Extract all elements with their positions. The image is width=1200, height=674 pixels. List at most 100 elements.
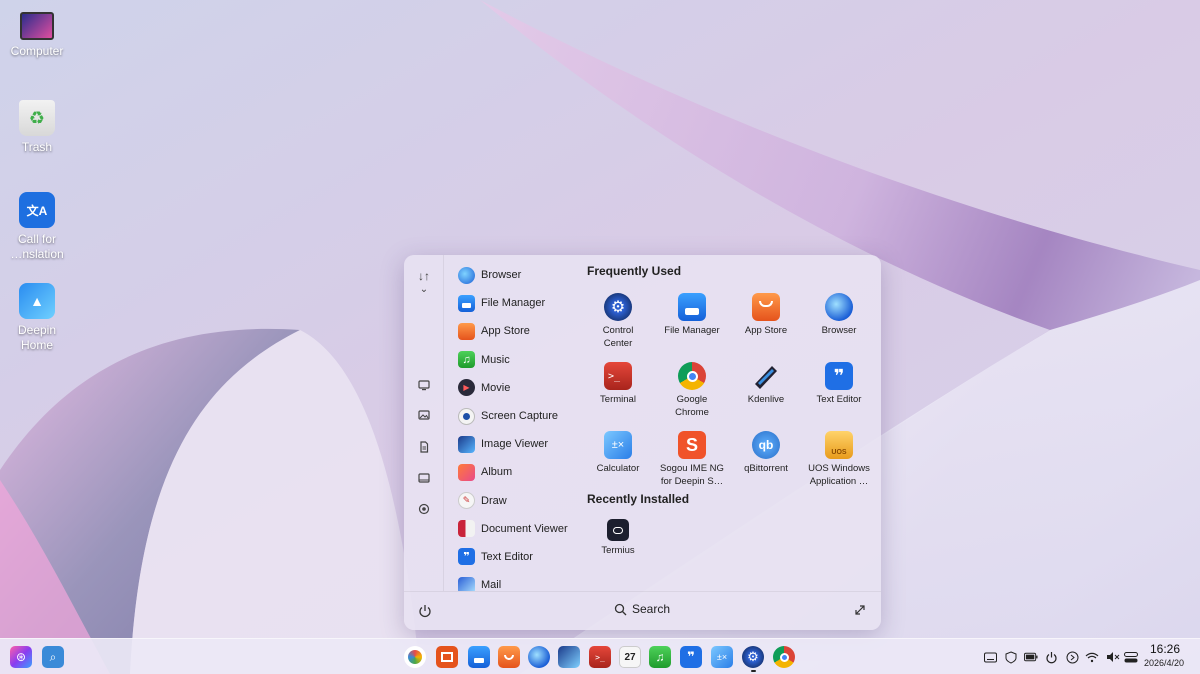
- list-item-label: Screen Capture: [481, 410, 559, 423]
- grid-item-label: UOS Windows Application …: [808, 463, 870, 487]
- taskbar-terminal[interactable]: >_: [589, 646, 611, 668]
- list-item[interactable]: ✎ Draw: [448, 487, 568, 515]
- all-apps-list[interactable]: Browser File Manager App Store ♫ Music ▶…: [448, 261, 568, 591]
- grid-item-label: Kdenlive: [747, 394, 785, 405]
- list-item[interactable]: ♫ Music: [448, 346, 568, 374]
- recently-installed-title: Recently Installed: [587, 492, 690, 506]
- sogou-icon: S: [678, 431, 706, 459]
- taskbar-text-editor[interactable]: ❞: [680, 646, 702, 668]
- frequent-app-file-manager[interactable]: File Manager: [655, 293, 729, 338]
- grid-item-label: Termius: [601, 545, 635, 556]
- multitask-icon: [408, 650, 422, 664]
- search-button[interactable]: Search: [614, 602, 670, 616]
- taskbar-browser[interactable]: [528, 646, 550, 668]
- list-item-label: Movie: [481, 381, 511, 394]
- frequent-app-text-editor[interactable]: ❞ Text Editor: [802, 362, 876, 407]
- taskbar-control-center[interactable]: ⚙: [742, 646, 764, 668]
- taskbar-app-store[interactable]: [498, 646, 520, 668]
- search-label: Search: [632, 602, 671, 616]
- list-item[interactable]: Document Viewer: [448, 515, 568, 543]
- list-item[interactable]: ▶ Movie: [448, 374, 568, 402]
- grid-item-label: App Store: [744, 325, 788, 336]
- list-item[interactable]: File Manager: [448, 289, 568, 317]
- list-item-label: File Manager: [481, 297, 546, 310]
- calculator-icon: ±×: [604, 431, 632, 459]
- app-store-icon: [752, 293, 780, 321]
- chevron-down-icon[interactable]: ⌄: [416, 281, 432, 297]
- desktop-icon-translation[interactable]: 文A Call for …nslation: [0, 192, 74, 262]
- taskbar-music[interactable]: ♫: [649, 646, 671, 668]
- image-category-icon[interactable]: [416, 407, 432, 423]
- clock-date[interactable]: 2026/4/20: [1144, 658, 1184, 668]
- power-tray-icon[interactable]: [1044, 650, 1058, 664]
- clock-time[interactable]: 16:26: [1150, 642, 1180, 656]
- taskbar-calculator[interactable]: ±×: [711, 646, 733, 668]
- frequent-app-sogou[interactable]: S Sogou IME NG for Deepin S…: [655, 431, 729, 488]
- launcher-button[interactable]: ⊛: [10, 646, 32, 668]
- frequent-app-qbittorrent[interactable]: qb qBittorrent: [729, 431, 803, 476]
- list-item[interactable]: Browser: [448, 261, 568, 289]
- taskbar-calendar[interactable]: 27: [619, 646, 641, 668]
- wifi-tray-icon[interactable]: [1085, 650, 1099, 664]
- system-category-icon[interactable]: [416, 470, 432, 486]
- grid-item-label: Calculator: [596, 463, 640, 474]
- list-item-label: Draw: [481, 494, 507, 507]
- frequent-app-calculator[interactable]: ±× Calculator: [581, 431, 655, 476]
- keyboard-tray-icon[interactable]: [983, 650, 997, 664]
- recent-app-termius[interactable]: Termius: [581, 519, 655, 558]
- uos-windows-icon: UOS: [825, 431, 853, 459]
- list-item[interactable]: Image Viewer: [448, 430, 568, 458]
- desktop-icon-label: Trash: [21, 140, 53, 154]
- power-icon[interactable]: [417, 603, 433, 619]
- desktop-icon-computer[interactable]: Computer: [0, 12, 74, 59]
- chrome-icon: [779, 652, 789, 662]
- list-item-label: Text Editor: [481, 550, 533, 563]
- workspace-button[interactable]: [436, 646, 458, 668]
- terminal-icon: >_: [604, 362, 632, 390]
- settings-category-icon[interactable]: [416, 501, 432, 517]
- grid-item-label: Text Editor: [816, 394, 862, 405]
- volume-muted-tray-icon[interactable]: [1106, 650, 1120, 664]
- desktop-icon-trash[interactable]: ♻ Trash: [0, 100, 74, 155]
- list-item[interactable]: Screen Capture: [448, 402, 568, 430]
- control-center-icon: ⚙: [604, 293, 632, 321]
- shield-tray-icon[interactable]: [1004, 650, 1018, 664]
- battery-tray-icon[interactable]: [1024, 650, 1038, 664]
- frequent-app-terminal[interactable]: >_ Terminal: [581, 362, 655, 407]
- frequent-app-uos-windows[interactable]: UOS UOS Windows Application …: [802, 431, 876, 488]
- mail-icon: [458, 576, 475, 591]
- search-button-taskbar[interactable]: ⌕: [42, 646, 64, 668]
- frequent-app-app-store[interactable]: App Store: [729, 293, 803, 338]
- fullscreen-expand-icon[interactable]: [853, 603, 867, 617]
- app-store-icon: [504, 654, 514, 660]
- calculator-icon: ±×: [716, 652, 728, 662]
- grid-item-label: File Manager: [664, 325, 720, 336]
- search-icon: ⌕: [49, 649, 57, 664]
- frequent-app-control-center[interactable]: ⚙ Control Center: [581, 293, 655, 350]
- document-category-icon[interactable]: [416, 439, 432, 455]
- list-item[interactable]: Mail: [448, 571, 568, 591]
- taskbar-chrome[interactable]: [773, 646, 795, 668]
- toggle-tray-icon[interactable]: [1124, 650, 1138, 664]
- calendar-icon: 27: [624, 651, 636, 663]
- frequent-app-browser[interactable]: Browser: [802, 293, 876, 338]
- list-item[interactable]: ❞ Text Editor: [448, 543, 568, 571]
- frequent-app-kdenlive[interactable]: Kdenlive: [729, 362, 803, 407]
- list-item-label: Music: [481, 353, 510, 366]
- notification-tray-icon[interactable]: [1065, 650, 1079, 664]
- desktop-icon-deepin-home[interactable]: ▲ Deepin Home: [0, 283, 74, 353]
- launcher-icon: ⊛: [15, 650, 27, 664]
- list-item[interactable]: App Store: [448, 317, 568, 345]
- frequent-app-google-chrome[interactable]: Google Chrome: [655, 362, 729, 419]
- list-item-label: Image Viewer: [481, 438, 549, 451]
- frequently-used-title: Frequently Used: [587, 264, 682, 278]
- control-center-icon: ⚙: [747, 649, 759, 664]
- taskbar-mail[interactable]: [558, 646, 580, 668]
- music-icon: ♫: [655, 650, 665, 664]
- document-viewer-icon: [458, 520, 475, 538]
- multitask-view-button[interactable]: [404, 646, 426, 668]
- display-category-icon[interactable]: [416, 377, 432, 393]
- list-item[interactable]: Album: [448, 458, 568, 486]
- grid-item-label: Terminal: [600, 394, 636, 405]
- taskbar-file-manager[interactable]: [468, 646, 490, 668]
